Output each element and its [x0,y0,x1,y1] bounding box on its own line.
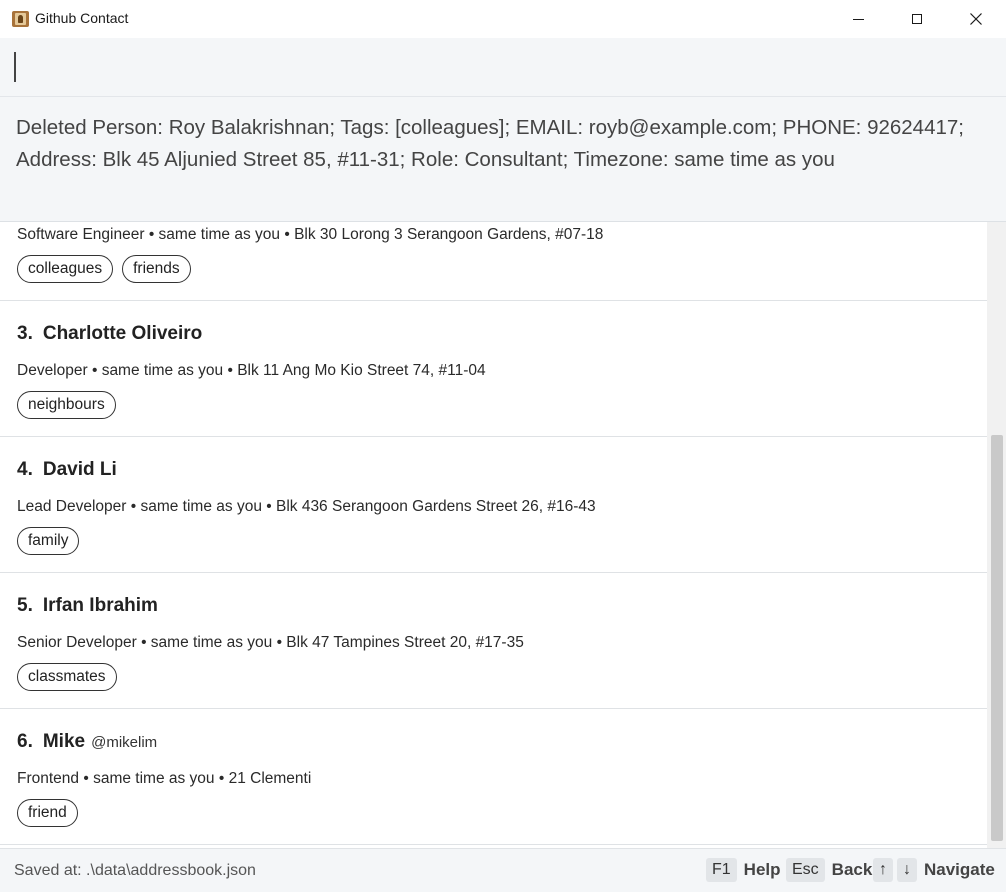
person-name: Charlotte Oliveiro [42,323,203,344]
arrow-up-icon: ↑ [873,858,893,882]
tag: friends [122,255,191,283]
tag-list: colleagues friends [17,255,191,283]
person-index: 3. [17,323,33,344]
person-details: Software Engineer • same time as you • B… [17,226,604,243]
key-f1: F1 [706,858,737,882]
save-location: Saved at: .\data\addressbook.json [14,862,256,879]
person-card[interactable]: 5. Irfan Ibrahim Senior Developer • same … [0,573,987,709]
person-card[interactable]: 4. David Li Lead Developer • same time as… [0,437,987,573]
person-index: 4. [17,459,33,480]
github-handle: @mikelim [91,734,158,751]
person-index: 6. [17,731,33,752]
hint-label-back: Back [831,860,873,879]
result-display: Deleted Person: Roy Balakrishnan; Tags: … [0,97,1006,222]
person-index: 5. [17,595,33,616]
person-name: Irfan Ibrahim [42,595,158,616]
hint-label-navigate: Navigate [924,860,995,879]
tag: neighbours [17,391,116,419]
help-hint[interactable]: F1 Help [706,858,781,882]
person-card[interactable]: 3. Charlotte Oliveiro Developer • same ti… [0,301,987,437]
title-bar: Github Contact [0,0,1006,38]
tag: friend [17,799,78,827]
person-details: Developer • same time as you • Blk 11 An… [17,362,486,379]
app-window: Github Contact Deleted Person: Roy Balak… [0,0,1006,892]
navigate-hint[interactable]: ↑ ↓ Navigate [873,858,995,882]
maximize-icon [912,14,922,24]
window-title: Github Contact [35,10,129,26]
person-name-row: 3. Charlotte Oliveiro [17,323,202,345]
scrollbar-thumb[interactable] [991,435,1003,841]
tag-list: friend [17,799,78,827]
key-esc: Esc [786,858,825,882]
command-box [0,38,1006,97]
result-message: Deleted Person: Roy Balakrishnan; Tags: … [16,116,964,171]
tag-list: family [17,527,80,555]
tag: classmates [17,663,117,691]
tag-list: neighbours [17,391,116,419]
person-details: Senior Developer • same time as you • Bl… [17,634,524,651]
maximize-button[interactable] [894,0,940,38]
back-hint[interactable]: Esc Back [786,858,872,882]
contact-book-icon [12,11,29,27]
person-name-row: 5. Irfan Ibrahim [17,595,158,617]
person-list[interactable]: Software Engineer • same time as you • B… [0,222,987,848]
minimize-button[interactable] [835,0,881,38]
command-input[interactable] [16,48,980,88]
close-button[interactable] [953,0,999,38]
tag: family [17,527,80,555]
tag-list: classmates [17,663,117,691]
person-name-row: 4. David Li [17,459,117,481]
person-details: Lead Developer • same time as you • Blk … [17,498,596,515]
arrow-down-icon: ↓ [897,858,917,882]
person-details: Frontend • same time as you • 21 Clement… [17,770,312,787]
status-bar: Saved at: .\data\addressbook.json F1 Hel… [0,848,1006,892]
person-name-row: 6. Mike @mikelim [17,731,157,753]
person-card[interactable]: Software Engineer • same time as you • B… [0,222,987,301]
tag: colleagues [17,255,114,283]
minimize-icon [852,18,864,20]
person-name: Mike [42,731,86,752]
close-icon [970,13,982,25]
person-name: David Li [42,459,117,480]
hint-label-help: Help [743,860,781,879]
person-card[interactable]: 6. Mike @mikelim Frontend • same time as y… [0,709,987,845]
